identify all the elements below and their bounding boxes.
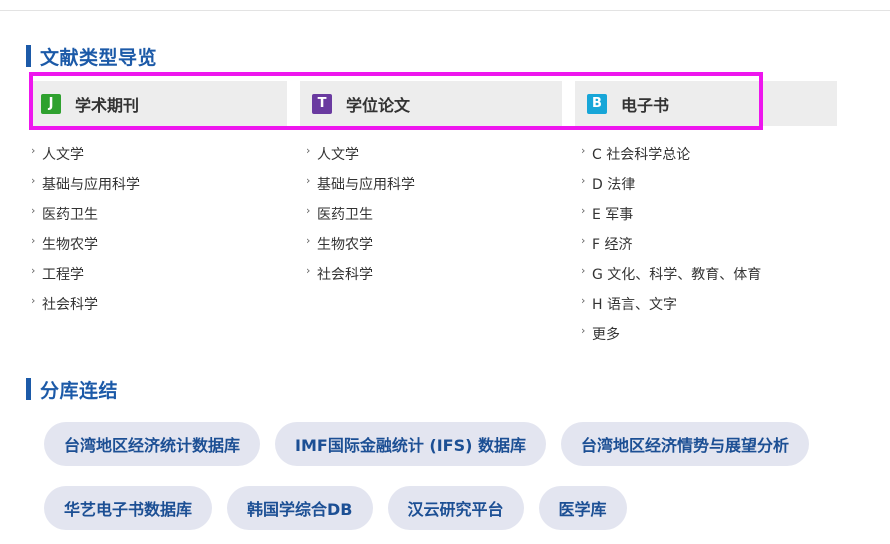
- chevron-right-icon: ›: [306, 173, 311, 187]
- category-header-journals[interactable]: J 学术期刊: [29, 81, 287, 126]
- chevron-right-icon: ›: [581, 143, 586, 157]
- category-header-ebooks[interactable]: B 电子书: [575, 81, 837, 126]
- journal-badge-icon: J: [41, 93, 61, 114]
- db-pill-korean-studies[interactable]: 韩国学综合DB: [227, 486, 373, 530]
- section-title-bar: [26, 45, 31, 67]
- chevron-right-icon: ›: [306, 203, 311, 217]
- category-label-ebooks: 电子书: [621, 95, 670, 115]
- db-pill-hanyun-research[interactable]: 汉云研究平台: [387, 486, 524, 530]
- chevron-right-icon: ›: [31, 143, 36, 157]
- section-title-text: 分库连结: [40, 379, 119, 402]
- link-thesis-social-science[interactable]: › 社会科学: [306, 259, 415, 289]
- chevron-right-icon: ›: [31, 263, 36, 277]
- link-thesis-medicine[interactable]: › 医药卫生: [306, 199, 415, 229]
- thesis-badge-icon: T: [312, 93, 332, 114]
- chevron-right-icon: ›: [581, 263, 586, 277]
- top-divider: [0, 10, 890, 11]
- db-pill-taiwan-econ-outlook[interactable]: 台湾地区经济情势与展望分析: [561, 422, 810, 466]
- link-thesis-humanities[interactable]: › 人文学: [306, 139, 415, 169]
- chevron-right-icon: ›: [31, 173, 36, 187]
- category-label-journals: 学术期刊: [75, 95, 140, 115]
- chevron-right-icon: ›: [31, 203, 36, 217]
- link-journal-humanities[interactable]: › 人文学: [31, 139, 140, 169]
- section-title-sub-databases: 分库连结: [26, 377, 119, 402]
- link-ebook-f-economics[interactable]: › F 经济: [581, 229, 761, 259]
- link-thesis-bio-agriculture[interactable]: › 生物农学: [306, 229, 415, 259]
- thesis-links-list: › 人文学 › 基础与应用科学 › 医药卫生 › 生物农学 › 社会科学: [306, 139, 415, 289]
- chevron-right-icon: ›: [306, 143, 311, 157]
- link-ebook-e-military[interactable]: › E 军事: [581, 199, 761, 229]
- database-pill-row-1: 台湾地区经济统计数据库 IMF国际金融统计 (IFS) 数据库 台湾地区经济情势…: [44, 422, 810, 466]
- link-journal-engineering[interactable]: › 工程学: [31, 259, 140, 289]
- link-journal-bio-agriculture[interactable]: › 生物农学: [31, 229, 140, 259]
- chevron-right-icon: ›: [581, 203, 586, 217]
- link-ebook-c-social-science[interactable]: › C 社会科学总论: [581, 139, 761, 169]
- chevron-right-icon: ›: [581, 233, 586, 247]
- journal-links-list: › 人文学 › 基础与应用科学 › 医药卫生 › 生物农学 › 工程学 › 社会科学: [31, 139, 140, 319]
- ebook-links-list: › C 社会科学总论 › D 法律 › E 军事 › F 经济 › G 文化、科学、教育、…: [581, 139, 761, 349]
- db-pill-medical[interactable]: 医学库: [538, 486, 627, 530]
- database-pill-row-2: 华艺电子书数据库 韩国学综合DB 汉云研究平台 医学库: [44, 486, 627, 530]
- link-journal-social-science[interactable]: › 社会科学: [31, 289, 140, 319]
- chevron-right-icon: ›: [581, 293, 586, 307]
- chevron-right-icon: ›: [306, 263, 311, 277]
- section-title-text: 文献类型导览: [40, 46, 158, 69]
- link-ebook-d-law[interactable]: › D 法律: [581, 169, 761, 199]
- category-label-theses: 学位论文: [346, 95, 411, 115]
- link-journal-basic-applied-science[interactable]: › 基础与应用科学: [31, 169, 140, 199]
- link-journal-medicine[interactable]: › 医药卫生: [31, 199, 140, 229]
- link-ebook-g-culture[interactable]: › G 文化、科学、教育、体育: [581, 259, 761, 289]
- link-ebook-h-language[interactable]: › H 语言、文字: [581, 289, 761, 319]
- link-thesis-basic-applied-science[interactable]: › 基础与应用科学: [306, 169, 415, 199]
- db-pill-imf-ifs[interactable]: IMF国际金融统计 (IFS) 数据库: [275, 422, 546, 466]
- chevron-right-icon: ›: [31, 293, 36, 307]
- chevron-right-icon: ›: [31, 233, 36, 247]
- db-pill-taiwan-econ-stats[interactable]: 台湾地区经济统计数据库: [44, 422, 261, 466]
- category-header-theses[interactable]: T 学位论文: [300, 81, 562, 126]
- chevron-right-icon: ›: [581, 173, 586, 187]
- section-title-bar: [26, 378, 31, 400]
- db-pill-airiti-ebooks[interactable]: 华艺电子书数据库: [44, 486, 213, 530]
- chevron-right-icon: ›: [306, 233, 311, 247]
- chevron-right-icon: ›: [581, 323, 586, 337]
- link-ebook-more[interactable]: › 更多: [581, 319, 761, 349]
- section-title-literature-types: 文献类型导览: [26, 44, 158, 69]
- ebook-badge-icon: B: [587, 93, 607, 114]
